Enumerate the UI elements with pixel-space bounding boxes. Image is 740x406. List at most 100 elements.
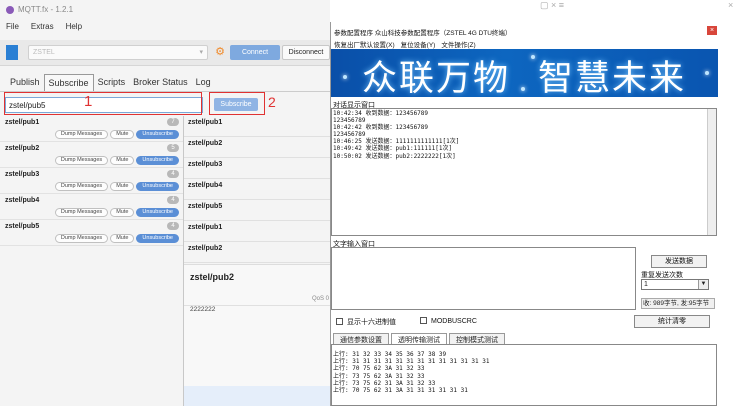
message-row[interactable]: zstel/pub2 xyxy=(184,137,330,158)
message-count-badge: 5 xyxy=(167,144,179,152)
message-list: zstel/pub1 zstel/pub2 zstel/pub3 zstel/p… xyxy=(184,116,330,264)
sparkle-icon xyxy=(531,55,535,59)
message-row[interactable]: zstel/pub2 xyxy=(184,242,330,263)
hex-display-label: 显示十六进制值 xyxy=(347,319,396,326)
mute-button[interactable]: Mute xyxy=(110,234,135,243)
message-topic: zstel/pub5 xyxy=(188,203,223,210)
tab-publish[interactable]: Publish xyxy=(6,74,44,91)
hex-display-checkbox[interactable] xyxy=(336,318,343,325)
reset-statistics-button[interactable]: 统计清零 xyxy=(634,315,710,328)
close-icon[interactable]: × xyxy=(707,26,717,35)
dump-messages-button[interactable]: Dump Messages xyxy=(54,130,109,139)
message-count-badge: 4 xyxy=(167,170,179,178)
menu-help[interactable]: Help xyxy=(66,22,82,31)
dump-messages-button[interactable]: Dump Messages xyxy=(54,156,109,165)
tab-scripts[interactable]: Scripts xyxy=(94,74,130,91)
unsubscribe-button[interactable]: Unsubscribe xyxy=(136,182,179,191)
dtu-menu-bar: 恢复出厂默认设置(X) 复位设备(Y) 文件操作(Z) xyxy=(334,39,476,49)
background-close-icon: × xyxy=(728,0,734,10)
message-topic: zstel/pub2 xyxy=(188,140,223,147)
menu-factory-reset[interactable]: 恢复出厂默认设置(X) xyxy=(334,39,395,49)
window-title-text: MQTT.fx - 1.2.1 xyxy=(18,5,74,14)
message-topic: zstel/pub3 xyxy=(188,161,223,168)
banner-slogan-left: 众联万物 xyxy=(362,59,511,99)
hex-line: 上行: 73 75 62 31 3A 31 32 33 xyxy=(333,379,436,387)
detail-footer xyxy=(184,386,330,406)
subscription-item[interactable]: zstel/pub2 5 Dump Messages Mute Unsubscr… xyxy=(0,142,183,168)
message-detail-panel xyxy=(184,264,330,406)
modbus-crc-option[interactable]: MODBUSCRC xyxy=(420,317,477,325)
text-input-area[interactable] xyxy=(331,247,636,310)
connection-profile-value: ZSTEL xyxy=(33,49,55,56)
subscription-item[interactable]: zstel/pub5 4 Dump Messages Mute Unsubscr… xyxy=(0,220,183,246)
file-icon[interactable] xyxy=(6,45,18,60)
hex-line: 上行: 70 75 62 31 3A 31 31 31 31 31 31 xyxy=(333,387,468,395)
subscription-topic: zstel/pub4 xyxy=(5,197,40,204)
menu-file-operations[interactable]: 文件操作(Z) xyxy=(441,39,475,49)
disconnect-button[interactable]: Disconnect xyxy=(282,45,330,60)
annotation-number-2: 2 xyxy=(268,94,276,110)
chevron-down-icon: ▾ xyxy=(199,49,203,56)
annotation-box-subscribe xyxy=(209,92,265,115)
mute-button[interactable]: Mute xyxy=(110,130,135,139)
tab-log[interactable]: Log xyxy=(192,74,215,91)
message-topic: zstel/pub2 xyxy=(188,245,223,252)
modbus-crc-checkbox[interactable] xyxy=(420,317,427,324)
app-logo-icon xyxy=(6,5,14,14)
sparkle-icon xyxy=(521,87,525,91)
subscription-list: zstel/pub1 7 Dump Messages Mute Unsubscr… xyxy=(0,116,183,406)
message-topic: zstel/pub1 xyxy=(188,119,223,126)
message-row[interactable]: zstel/pub3 xyxy=(184,158,330,179)
background-window-controls: ▢ × ≡ xyxy=(540,0,565,10)
message-row[interactable]: zstel/pub4 xyxy=(184,179,330,200)
dialog-scrollbar[interactable] xyxy=(707,109,716,235)
subscription-item[interactable]: zstel/pub4 4 Dump Messages Mute Unsubscr… xyxy=(0,194,183,220)
gear-icon[interactable]: ⚙ xyxy=(212,45,228,60)
unsubscribe-button[interactable]: Unsubscribe xyxy=(136,156,179,165)
annotation-number-1: 1 xyxy=(84,93,93,110)
message-row[interactable]: zstel/pub1 xyxy=(184,116,330,137)
dump-messages-button[interactable]: Dump Messages xyxy=(54,234,109,243)
connect-button[interactable]: Connect xyxy=(230,45,280,60)
menu-file[interactable]: File xyxy=(6,22,19,31)
subscription-item[interactable]: zstel/pub1 7 Dump Messages Mute Unsubscr… xyxy=(0,116,183,142)
hex-display-option[interactable]: 显示十六进制值 xyxy=(336,317,396,327)
message-count-badge: 4 xyxy=(167,196,179,204)
dtu-window-title: 参数配置程序 众山科技参数配置程序（ZSTEL 4G DTU终端） xyxy=(334,30,512,37)
banner-slogan-right: 智慧未来 xyxy=(538,59,687,99)
connection-profile-select[interactable]: ZSTEL ▾ xyxy=(28,45,208,60)
menu-bar: File Extras Help xyxy=(6,22,82,31)
repeat-count-value: 1 xyxy=(644,281,648,288)
message-count-badge: 7 xyxy=(167,118,179,126)
message-topic: zstel/pub4 xyxy=(188,182,223,189)
menu-extras[interactable]: Extras xyxy=(31,22,54,31)
detail-qos: QoS 0 xyxy=(312,296,330,302)
dump-messages-button[interactable]: Dump Messages xyxy=(54,208,109,217)
detail-topic: zstel/pub2 xyxy=(190,272,235,282)
mute-button[interactable]: Mute xyxy=(110,156,135,165)
mute-button[interactable]: Mute xyxy=(110,208,135,217)
tab-broker-status[interactable]: Broker Status xyxy=(129,74,192,91)
dump-messages-button[interactable]: Dump Messages xyxy=(54,182,109,191)
message-row[interactable]: zstel/pub1 xyxy=(184,221,330,242)
detail-payload: 2222222 xyxy=(190,306,216,313)
log-line: 10:42:34 收到数据：123456789 xyxy=(333,110,429,117)
subscription-topic: zstel/pub5 xyxy=(5,223,40,230)
menu-reset-device[interactable]: 复位设备(Y) xyxy=(401,39,436,49)
modbus-crc-label: MODBUSCRC xyxy=(431,318,477,325)
unsubscribe-button[interactable]: Unsubscribe xyxy=(136,130,179,139)
repeat-count-select[interactable]: 1 ▼ xyxy=(641,279,709,290)
subscription-item[interactable]: zstel/pub3 4 Dump Messages Mute Unsubscr… xyxy=(0,168,183,194)
unsubscribe-button[interactable]: Unsubscribe xyxy=(136,234,179,243)
unsubscribe-button[interactable]: Unsubscribe xyxy=(136,208,179,217)
byte-count-status: 收: 989字节, 发:95字节 xyxy=(641,298,715,309)
window-title: MQTT.fx - 1.2.1 xyxy=(6,5,73,14)
tab-subscribe[interactable]: Subscribe xyxy=(43,74,94,91)
message-row[interactable]: zstel/pub5 xyxy=(184,200,330,221)
send-data-button[interactable]: 发送数据 xyxy=(651,255,707,268)
subscription-topic: zstel/pub3 xyxy=(5,171,40,178)
sparkle-icon xyxy=(705,71,709,75)
hex-line: 上行: 73 75 62 3A 31 32 33 xyxy=(333,372,425,380)
mute-button[interactable]: Mute xyxy=(110,182,135,191)
subscription-topic: zstel/pub2 xyxy=(5,145,40,152)
